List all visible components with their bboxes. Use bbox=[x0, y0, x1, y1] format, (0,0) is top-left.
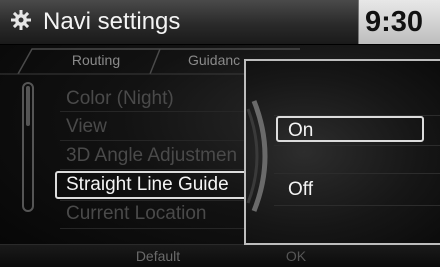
list-item-current-location[interactable]: Current Location bbox=[66, 201, 206, 227]
list-item-3d-angle[interactable]: 3D Angle Adjustmen bbox=[66, 143, 237, 169]
bottom-bar: Default OK bbox=[0, 244, 440, 267]
title-bar: Navi settings 9:30 bbox=[0, 0, 440, 45]
popup-decor-arc bbox=[246, 100, 268, 212]
clock: 9:30 bbox=[365, 6, 424, 38]
row-divider bbox=[60, 228, 250, 229]
tab-routing[interactable]: Routing bbox=[32, 47, 160, 73]
scrollbar-thumb[interactable] bbox=[26, 86, 30, 126]
row-divider bbox=[60, 169, 250, 170]
option-divider bbox=[274, 173, 440, 174]
default-button[interactable]: Default bbox=[118, 248, 198, 264]
option-divider bbox=[274, 145, 440, 146]
scrollbar[interactable] bbox=[22, 82, 34, 212]
gear-icon bbox=[11, 10, 31, 30]
option-on[interactable]: On bbox=[288, 120, 313, 142]
list-item-color-night[interactable]: Color (Night) bbox=[66, 86, 174, 112]
row-divider bbox=[60, 140, 250, 141]
option-off[interactable]: Off bbox=[288, 179, 313, 201]
clock-panel: 9:30 bbox=[358, 0, 440, 44]
ok-button[interactable]: OK bbox=[276, 248, 316, 264]
list-item-straight-line-guide[interactable]: Straight Line Guide bbox=[66, 172, 229, 198]
navi-settings-screen: Navi settings 9:30 Routing Guidanc Color… bbox=[0, 0, 440, 267]
option-divider bbox=[274, 205, 440, 206]
options-popup: On Off bbox=[244, 59, 440, 245]
list-item-view[interactable]: View bbox=[66, 114, 107, 140]
page-title: Navi settings bbox=[43, 8, 181, 35]
